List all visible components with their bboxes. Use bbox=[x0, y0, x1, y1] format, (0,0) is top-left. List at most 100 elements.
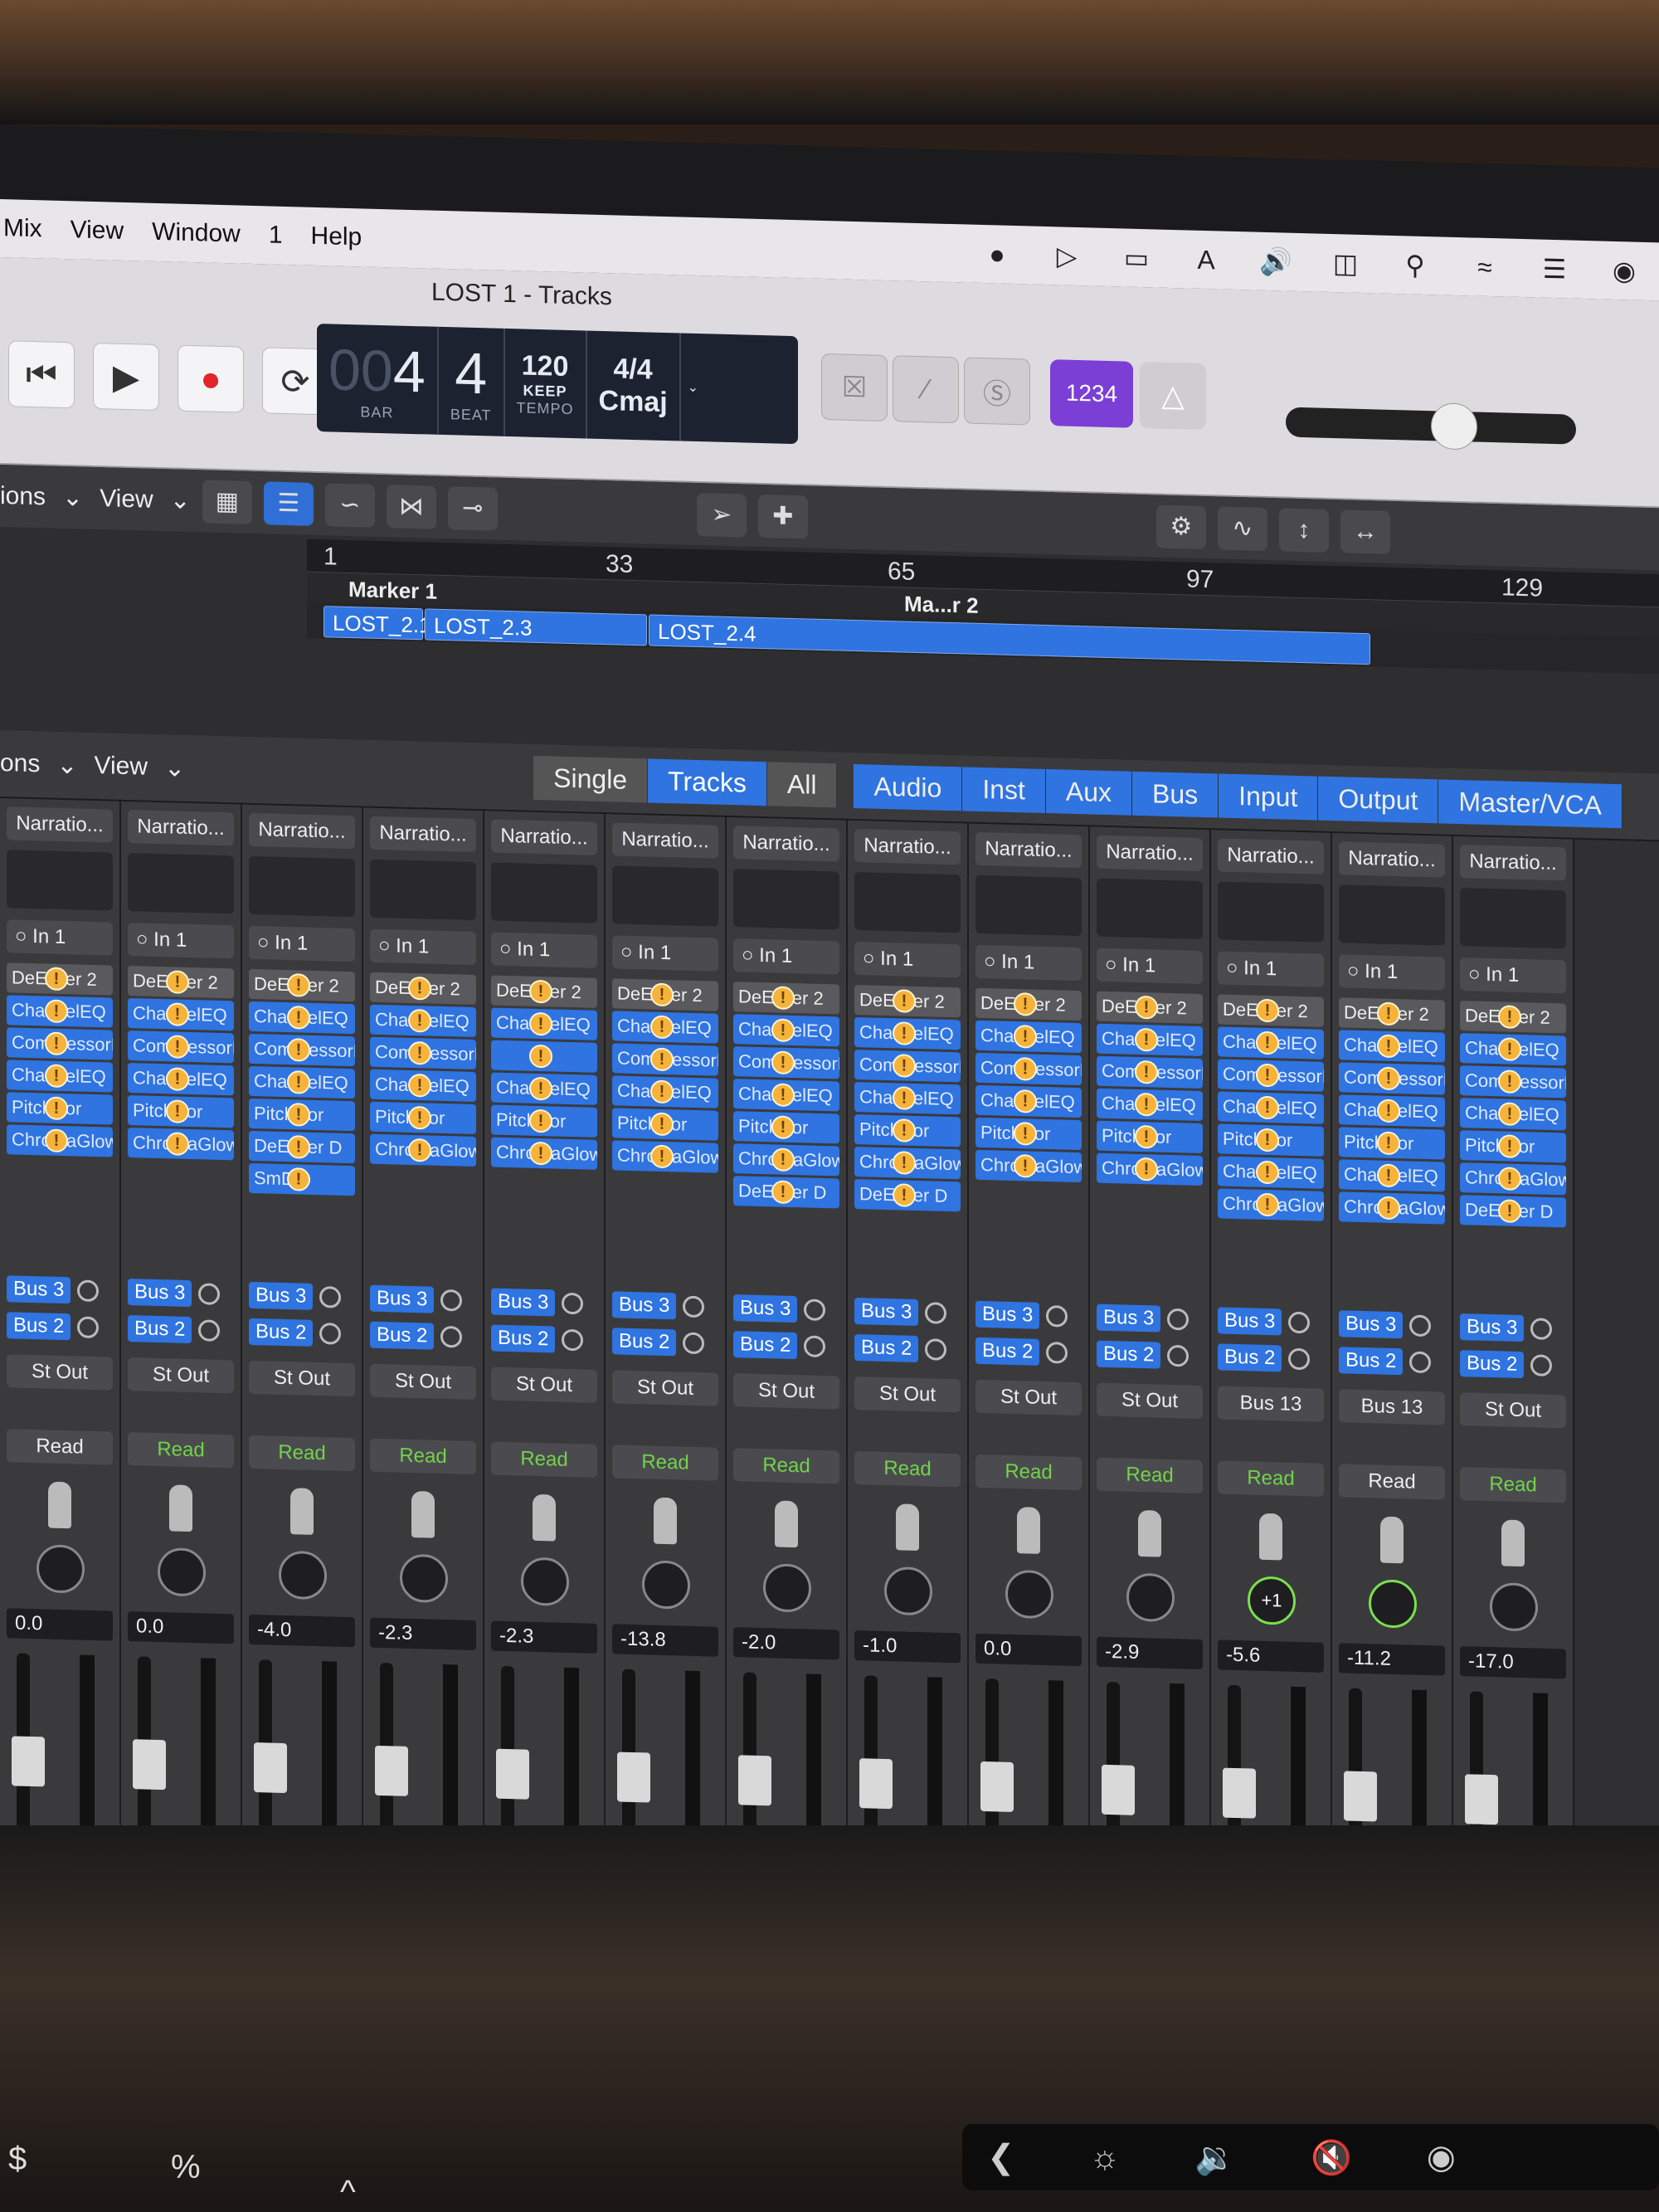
master-volume-slider[interactable] bbox=[1286, 402, 1576, 451]
send-level-knob[interactable] bbox=[562, 1292, 584, 1315]
automation-mode[interactable]: Read bbox=[1460, 1467, 1566, 1503]
fader-cap[interactable] bbox=[859, 1758, 893, 1810]
filter-input[interactable]: Input bbox=[1219, 772, 1319, 821]
plugin-slot[interactable]: ChannelEQ! bbox=[491, 1072, 597, 1105]
plugin-slot[interactable]: ChannelEQ! bbox=[1097, 1088, 1203, 1121]
plugin-slot[interactable]: DeEsser D! bbox=[733, 1176, 839, 1209]
replace-button[interactable]: ☒ bbox=[821, 353, 888, 422]
plugin-slot[interactable]: PitchCor! bbox=[491, 1104, 597, 1138]
key-percent[interactable]: % bbox=[171, 2149, 201, 2186]
plugin-slot[interactable]: ChromaGlow! bbox=[612, 1140, 718, 1173]
plugin-slot[interactable]: PitchCor! bbox=[733, 1111, 839, 1144]
send-level-knob[interactable] bbox=[925, 1302, 947, 1324]
siri-icon[interactable]: ◉ bbox=[1606, 252, 1642, 290]
plugin-slot[interactable]: PitchCor! bbox=[1097, 1120, 1203, 1153]
send-level-knob[interactable] bbox=[440, 1289, 463, 1312]
plugin-slot[interactable]: CompressorE! bbox=[7, 1027, 113, 1060]
send-slot[interactable]: Bus 2 bbox=[1460, 1347, 1566, 1381]
chevron-down-icon[interactable]: ⌄ bbox=[170, 485, 191, 515]
automation-mode[interactable]: Read bbox=[1218, 1460, 1324, 1497]
lcd-display[interactable]: 004 BAR 4 BEAT 120 KEEP TEMPO 4/4 Cmaj ⌄ bbox=[317, 324, 798, 445]
plugin-slot[interactable]: ChromaGlow! bbox=[1218, 1188, 1324, 1221]
send-slot[interactable]: Bus 2 bbox=[7, 1309, 113, 1343]
pointer-tool-icon[interactable]: ➢ bbox=[696, 492, 747, 538]
automation-mode[interactable]: Read bbox=[1097, 1457, 1203, 1493]
output-slot[interactable]: St Out bbox=[1097, 1382, 1203, 1419]
plugin-slot[interactable]: ChannelEQ! bbox=[612, 1011, 718, 1044]
mode-single[interactable]: Single bbox=[533, 755, 649, 802]
automation-mode[interactable]: Read bbox=[491, 1441, 597, 1478]
plugin-slot[interactable]: PitchCor! bbox=[249, 1098, 355, 1132]
track-name[interactable]: Narratio... bbox=[128, 810, 234, 846]
output-slot[interactable]: St Out bbox=[854, 1376, 961, 1413]
send-level-knob[interactable] bbox=[1046, 1305, 1068, 1328]
key-dollar[interactable]: $ bbox=[8, 2141, 27, 2178]
plugin-slot[interactable]: PitchCor! bbox=[1339, 1127, 1445, 1160]
send-level-knob[interactable] bbox=[804, 1335, 826, 1358]
eq-thumbnail[interactable] bbox=[128, 853, 234, 914]
battery-icon[interactable]: ◫ bbox=[1327, 245, 1364, 282]
lcd-menu-chevron[interactable]: ⌄ bbox=[681, 333, 705, 441]
plugin-slot[interactable]: ChromaGlow! bbox=[370, 1133, 476, 1167]
plugin-slot[interactable]: CompressorE! bbox=[1460, 1065, 1566, 1099]
automation-mode[interactable]: Read bbox=[975, 1454, 1082, 1491]
output-slot[interactable]: St Out bbox=[7, 1354, 113, 1391]
plugin-slot[interactable]: ChannelEQ! bbox=[1460, 1098, 1566, 1131]
send-slot[interactable]: Bus 2 bbox=[491, 1323, 597, 1357]
marker-1[interactable]: Marker 1 bbox=[348, 577, 437, 605]
send-slot[interactable]: Bus 2 bbox=[975, 1335, 1082, 1369]
plugin-slot[interactable]: PitchCor! bbox=[7, 1092, 113, 1125]
output-slot[interactable]: St Out bbox=[128, 1357, 234, 1394]
track-name[interactable]: Narratio... bbox=[370, 816, 476, 853]
plugin-slot[interactable]: DeEsser 2! bbox=[7, 962, 113, 996]
input-source-icon[interactable]: A bbox=[1188, 241, 1224, 278]
plugin-slot[interactable]: ChannelEQ! bbox=[975, 1084, 1082, 1118]
functions-menu[interactable]: ions bbox=[0, 482, 46, 511]
eq-thumbnail[interactable] bbox=[975, 875, 1082, 937]
output-slot[interactable]: St Out bbox=[975, 1379, 1082, 1416]
plugin-slot[interactable]: ChromaGlow! bbox=[128, 1128, 234, 1161]
plugin-slot[interactable]: ChromaGlow! bbox=[733, 1143, 839, 1177]
plugin-slot[interactable]: ! bbox=[491, 1040, 597, 1073]
catch-icon[interactable]: ⊸ bbox=[447, 485, 498, 531]
plugin-slot[interactable]: CompressorE! bbox=[370, 1036, 476, 1070]
pan-knob[interactable] bbox=[763, 1563, 811, 1613]
send-slot[interactable]: Bus 3 bbox=[612, 1289, 718, 1323]
automation-mode[interactable]: Read bbox=[7, 1429, 113, 1465]
chevron-down-icon[interactable]: ⌄ bbox=[62, 483, 83, 513]
vertical-zoom-icon[interactable]: ↕ bbox=[1278, 507, 1329, 553]
plugin-slot[interactable]: PitchCor! bbox=[1460, 1130, 1566, 1163]
output-slot[interactable]: St Out bbox=[733, 1373, 839, 1410]
input-slot[interactable]: ○ In 1 bbox=[491, 932, 597, 968]
solo-button[interactable]: Ⓢ bbox=[964, 357, 1030, 426]
pan-knob[interactable] bbox=[642, 1560, 690, 1610]
eq-thumbnail[interactable] bbox=[854, 871, 961, 933]
track-name[interactable]: Narratio... bbox=[1339, 841, 1445, 878]
plugin-slot[interactable]: CompressorE! bbox=[1339, 1062, 1445, 1095]
pan-knob[interactable] bbox=[1005, 1569, 1053, 1620]
pan-knob[interactable] bbox=[400, 1553, 448, 1604]
plugin-slot[interactable]: DeEsser 2! bbox=[491, 975, 597, 1008]
plugin-slot[interactable]: DeEsser D! bbox=[854, 1178, 961, 1212]
send-slot[interactable]: Bus 3 bbox=[370, 1283, 476, 1317]
plugin-slot[interactable]: ChannelEQ! bbox=[733, 1079, 839, 1112]
send-level-knob[interactable] bbox=[198, 1283, 221, 1305]
chevron-down-icon[interactable]: ⌄ bbox=[164, 753, 185, 783]
plugin-slot[interactable]: PitchCor! bbox=[612, 1108, 718, 1141]
plugin-slot[interactable]: ChannelEQ! bbox=[370, 1004, 476, 1038]
send-level-knob[interactable] bbox=[1046, 1342, 1068, 1364]
send-level-knob[interactable] bbox=[683, 1295, 705, 1318]
output-slot[interactable]: St Out bbox=[370, 1363, 476, 1401]
plugin-slot[interactable]: CompressorE! bbox=[128, 1030, 234, 1064]
pan-knob[interactable] bbox=[884, 1566, 932, 1616]
plugin-slot[interactable]: ChannelEQ! bbox=[612, 1075, 718, 1108]
plugin-slot[interactable]: PitchCor! bbox=[128, 1095, 234, 1128]
automation-mode[interactable]: Read bbox=[733, 1448, 839, 1484]
input-slot[interactable]: ○ In 1 bbox=[1218, 951, 1324, 987]
filter-bus[interactable]: Bus bbox=[1132, 771, 1219, 817]
send-level-knob[interactable] bbox=[77, 1279, 100, 1303]
eq-thumbnail[interactable] bbox=[1097, 878, 1203, 939]
plugin-slot[interactable]: SmDly! bbox=[249, 1162, 355, 1196]
send-level-knob[interactable] bbox=[1288, 1311, 1311, 1334]
send-slot[interactable]: Bus 2 bbox=[1218, 1341, 1324, 1375]
